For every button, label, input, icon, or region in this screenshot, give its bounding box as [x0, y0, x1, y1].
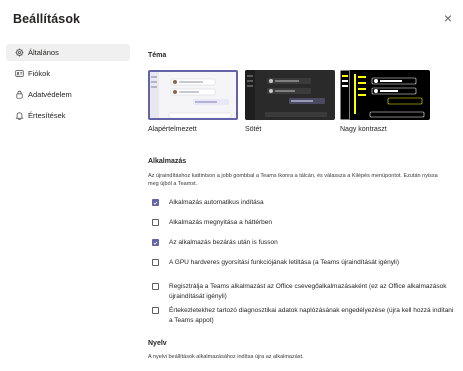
option-keep-running[interactable]: Az alkalmazás bezárás után is fusson: [152, 238, 454, 248]
option-label: A GPU hardveres gyorsítási funkciójának …: [169, 259, 400, 266]
option-label: Alkalmazás megnyitása a háttérben: [169, 219, 272, 226]
sidebar-item-general[interactable]: Általános: [6, 44, 130, 61]
lock-icon: [14, 90, 24, 100]
theme-heading: Téma: [148, 52, 167, 59]
application-heading: Alkalmazás: [148, 158, 187, 165]
sidebar-item-accounts[interactable]: Fiókok: [6, 65, 130, 82]
checkbox-unchecked[interactable]: [152, 259, 159, 266]
option-open-background[interactable]: Alkalmazás megnyitása a háttérben: [152, 218, 454, 228]
checkbox-unchecked[interactable]: [152, 219, 159, 226]
accounts-icon: [14, 69, 24, 79]
option-label: Az alkalmazás bezárás után is fusson: [169, 239, 278, 246]
option-register-office-chat[interactable]: Regisztrálja a Teams alkalmazást az Offi…: [152, 282, 454, 301]
option-disable-gpu[interactable]: A GPU hardveres gyorsítási funkciójának …: [152, 258, 454, 268]
option-label: Regisztrálja a Teams alkalmazást az Offi…: [169, 283, 447, 300]
checkbox-checked[interactable]: [152, 199, 159, 206]
theme-thumbnail-high-contrast[interactable]: [340, 70, 430, 120]
checkbox-unchecked[interactable]: [152, 283, 159, 290]
theme-option-default[interactable]: Alapértelmezett: [148, 70, 238, 133]
sidebar-item-label: Általános: [28, 48, 59, 57]
settings-dialog: Beállítások × Általános Fiókok Adatvédel…: [0, 0, 463, 371]
checkbox-unchecked[interactable]: [152, 307, 159, 314]
bell-icon: [14, 111, 24, 121]
theme-option-dark[interactable]: Sötét: [245, 70, 335, 133]
dialog-title: Beállítások: [13, 12, 81, 26]
language-description: A nyelvi beállítások alkalmazásához indí…: [148, 354, 304, 360]
language-heading: Nyelv: [148, 340, 167, 347]
option-auto-start[interactable]: Alkalmazás automatikus indítása: [152, 198, 454, 208]
gear-icon: [14, 48, 24, 58]
application-description: Az újraindításhoz kattintson a jobb gomb…: [148, 173, 438, 187]
sidebar-item-notifications[interactable]: Értesítések: [6, 107, 130, 124]
theme-thumbnail-dark[interactable]: [245, 70, 335, 120]
sidebar-item-label: Adatvédelem: [28, 90, 72, 99]
sidebar-item-privacy[interactable]: Adatvédelem: [6, 86, 130, 103]
sidebar-item-label: Értesítések: [28, 111, 66, 120]
theme-thumbnail-default[interactable]: [148, 70, 238, 120]
close-icon[interactable]: ×: [440, 10, 456, 26]
theme-name: Sötét: [245, 126, 262, 133]
theme-name: Nagy kontraszt: [340, 126, 387, 133]
option-meeting-diagnostics[interactable]: Értekezletekhez tartozó diagnosztikai ad…: [152, 306, 454, 325]
theme-name: Alapértelmezett: [148, 126, 197, 133]
checkbox-checked[interactable]: [152, 239, 159, 246]
sidebar-item-label: Fiókok: [28, 69, 51, 78]
option-label: Alkalmazás automatikus indítása: [169, 199, 264, 206]
theme-option-high-contrast[interactable]: Nagy kontraszt: [340, 70, 430, 133]
settings-sidebar: Általános Fiókok Adatvédelem Értesítések: [6, 44, 130, 128]
option-label: Értekezletekhez tartozó diagnosztikai ad…: [169, 307, 454, 324]
